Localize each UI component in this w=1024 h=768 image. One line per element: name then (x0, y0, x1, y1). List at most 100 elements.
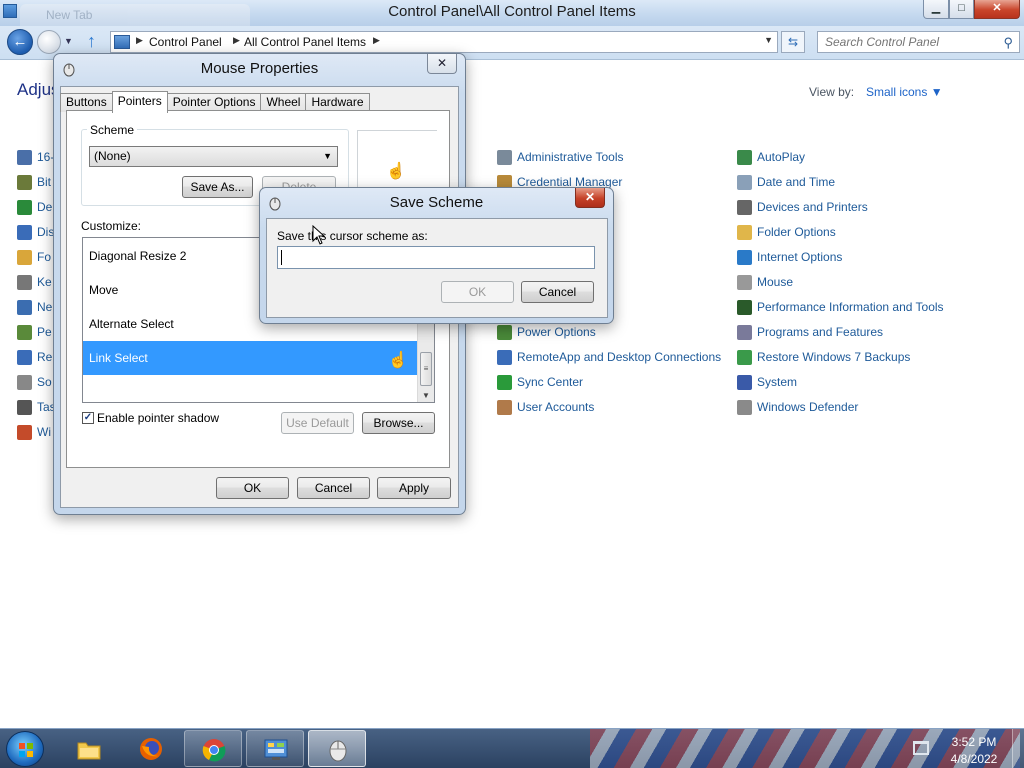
control-panel-item-label[interactable]: Power Options (517, 325, 596, 339)
cancel-button[interactable]: Cancel (297, 477, 370, 499)
control-panel-item-label[interactable]: Restore Windows 7 Backups (757, 350, 910, 364)
search-input[interactable] (818, 32, 993, 52)
control-panel-item[interactable]: Ne (17, 297, 52, 317)
control-panel-item[interactable]: Sync Center (497, 372, 583, 392)
control-panel-item[interactable]: Mouse (737, 272, 793, 292)
use-default-button[interactable]: Use Default (281, 412, 354, 434)
control-panel-item[interactable]: Wi (17, 422, 51, 442)
control-panel-item-label[interactable]: Administrative Tools (517, 150, 624, 164)
maximize-button[interactable]: □ (949, 0, 974, 19)
address-bar[interactable]: ▶ Control Panel ▶ All Control Panel Item… (110, 31, 778, 53)
control-panel-item[interactable]: So (17, 372, 52, 392)
control-panel-item[interactable]: De (17, 197, 52, 217)
control-panel-item-label[interactable]: Ke (37, 275, 52, 289)
control-panel-item[interactable]: Folder Options (737, 222, 836, 242)
save-as-button[interactable]: Save As... (182, 176, 253, 198)
scroll-down-icon[interactable]: ▼ (422, 391, 430, 400)
control-panel-item-label[interactable]: User Accounts (517, 400, 594, 414)
breadcrumb-separator[interactable]: ▶ (373, 35, 380, 46)
forward-button[interactable] (37, 30, 61, 54)
control-panel-item-label[interactable]: Wi (37, 425, 51, 439)
search-box[interactable]: ⚲ (817, 31, 1020, 53)
taskbar-explorer[interactable] (60, 730, 118, 767)
taskbar-firefox[interactable] (122, 730, 180, 767)
control-panel-item-label[interactable]: Performance Information and Tools (757, 300, 944, 314)
breadcrumb-separator[interactable]: ▶ (233, 35, 240, 46)
back-button[interactable]: ← (7, 29, 33, 55)
taskbar-mouse-properties[interactable] (308, 730, 366, 767)
control-panel-item-label[interactable]: Mouse (757, 275, 793, 289)
control-panel-item[interactable]: Re (17, 347, 52, 367)
control-panel-item-label[interactable]: Dis (37, 225, 54, 239)
close-button[interactable]: ✕ (427, 54, 457, 74)
control-panel-item-label[interactable]: Bit (37, 175, 51, 189)
control-panel-item[interactable]: Windows Defender (737, 397, 858, 417)
control-panel-item-label[interactable]: Re (37, 350, 52, 364)
control-panel-item[interactable]: System (737, 372, 797, 392)
view-by-dropdown[interactable]: Small icons ▼ (866, 85, 943, 99)
network-tray-icon[interactable] (913, 741, 929, 755)
cancel-button[interactable]: Cancel (521, 281, 594, 303)
search-icon[interactable]: ⚲ (1003, 35, 1013, 51)
control-panel-item[interactable]: 16- (17, 147, 54, 167)
control-panel-item[interactable]: Pe (17, 322, 52, 342)
minimize-button[interactable]: ▁ (923, 0, 949, 19)
control-panel-item[interactable]: Administrative Tools (497, 147, 624, 167)
clock-time[interactable]: 3:52 PM (944, 735, 1004, 749)
enable-shadow-label[interactable]: Enable pointer shadow (97, 411, 219, 425)
scheme-name-input[interactable] (277, 246, 595, 269)
apply-button[interactable]: Apply (377, 477, 451, 499)
control-panel-item[interactable]: Tas (17, 397, 56, 417)
control-panel-item[interactable]: Date and Time (737, 172, 835, 192)
taskbar-control-panel[interactable] (246, 730, 304, 767)
control-panel-item[interactable]: Restore Windows 7 Backups (737, 347, 910, 367)
control-panel-item[interactable]: Ke (17, 272, 52, 292)
tab-pointers[interactable]: Pointers (111, 91, 168, 113)
scheme-dropdown[interactable]: (None) ▼ (89, 146, 338, 167)
control-panel-item-label[interactable]: System (757, 375, 797, 389)
control-panel-item[interactable]: AutoPlay (737, 147, 805, 167)
control-panel-item[interactable]: RemoteApp and Desktop Connections (497, 347, 721, 367)
breadcrumb-separator[interactable]: ▶ (136, 35, 143, 46)
refresh-button[interactable]: ⇆ (781, 31, 805, 53)
control-panel-item-label[interactable]: Pe (37, 325, 52, 339)
control-panel-item[interactable]: Power Options (497, 322, 596, 342)
close-button[interactable]: ✕ (974, 0, 1020, 19)
enable-shadow-checkbox[interactable]: ✓ (82, 412, 94, 424)
breadcrumb-control-panel[interactable]: Control Panel (149, 35, 222, 49)
control-panel-item[interactable]: Fo (17, 247, 51, 267)
recent-pages-dropdown[interactable]: ▼ (64, 36, 74, 46)
control-panel-item-label[interactable]: Sync Center (517, 375, 583, 389)
control-panel-item-label[interactable]: AutoPlay (757, 150, 805, 164)
control-panel-item-label[interactable]: Devices and Printers (757, 200, 868, 214)
ok-button[interactable]: OK (216, 477, 289, 499)
control-panel-item[interactable]: Performance Information and Tools (737, 297, 944, 317)
control-panel-item-label[interactable]: Folder Options (757, 225, 836, 239)
taskbar-chrome[interactable] (184, 730, 242, 767)
control-panel-item-label[interactable]: Date and Time (757, 175, 835, 189)
breadcrumb-all-items[interactable]: All Control Panel Items (244, 35, 366, 49)
control-panel-item-label[interactable]: RemoteApp and Desktop Connections (517, 350, 721, 364)
scrollbar-thumb[interactable]: ≡ (420, 352, 432, 386)
control-panel-item[interactable]: Dis (17, 222, 54, 242)
show-desktop-button[interactable] (1012, 729, 1024, 768)
control-panel-item[interactable]: Devices and Printers (737, 197, 868, 217)
ok-button[interactable]: OK (441, 281, 514, 303)
control-panel-item-label[interactable]: Windows Defender (757, 400, 858, 414)
control-panel-item-label[interactable]: 16- (37, 150, 54, 164)
control-panel-item[interactable]: User Accounts (497, 397, 594, 417)
control-panel-item-label[interactable]: Internet Options (757, 250, 842, 264)
control-panel-item-label[interactable]: So (37, 375, 52, 389)
control-panel-item-label[interactable]: De (37, 200, 52, 214)
clock-date[interactable]: 4/8/2022 (944, 752, 1004, 766)
start-button[interactable] (6, 731, 44, 767)
control-panel-item[interactable]: Bit (17, 172, 51, 192)
up-level-button[interactable]: ↑ (87, 31, 105, 51)
list-item-selected[interactable]: Link Select (83, 341, 418, 375)
browse-button[interactable]: Browse... (362, 412, 435, 434)
control-panel-item-label[interactable]: Ne (37, 300, 52, 314)
close-button[interactable]: ✕ (575, 188, 605, 208)
address-history-dropdown[interactable]: ▼ (764, 35, 773, 45)
control-panel-item-label[interactable]: Fo (37, 250, 51, 264)
control-panel-item[interactable]: Programs and Features (737, 322, 883, 342)
